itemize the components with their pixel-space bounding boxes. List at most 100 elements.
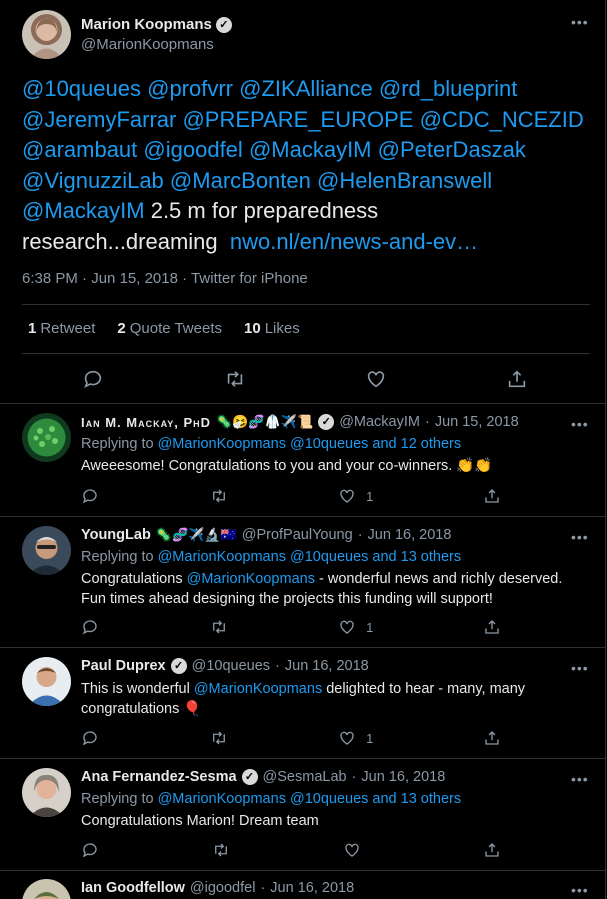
reply-text: This is wonderful @MarionKoopmans deligh… xyxy=(81,679,591,719)
reply-button[interactable] xyxy=(81,841,99,859)
share-button[interactable] xyxy=(483,841,501,859)
reply-tweet[interactable]: Ian Goodfellow @igoodfel · Jun 16, 2018 … xyxy=(0,871,605,899)
replying-users-link[interactable]: @MarionKoopmans @10queues xyxy=(158,549,369,565)
replying-users-link[interactable]: @MarionKoopmans @10queues xyxy=(158,436,369,452)
reply-author-handle[interactable]: @10queues xyxy=(192,658,270,674)
reply-tweet[interactable]: Paul Duprex ✓ @10queues · Jun 16, 2018 •… xyxy=(0,648,605,759)
replying-others-link[interactable]: and 13 others xyxy=(372,791,461,807)
author-avatar[interactable] xyxy=(22,10,71,59)
reply-author-handle[interactable]: @ProfPaulYoung xyxy=(242,527,353,543)
reply-icon xyxy=(82,620,97,635)
retweet-icon xyxy=(227,371,242,387)
reply-author-name[interactable]: Paul Duprex xyxy=(81,658,166,674)
more-options-icon[interactable]: ••• xyxy=(571,882,589,898)
retweet-button[interactable] xyxy=(211,841,231,859)
author-name-text[interactable]: Marion Koopmans xyxy=(81,16,212,33)
mention-link[interactable]: @MackayIM xyxy=(249,137,372,162)
retweet-button[interactable] xyxy=(209,487,229,505)
author-name[interactable]: Marion Koopmans ✓ xyxy=(81,16,232,33)
reply-text-part: Fun times ahead designing the projects t… xyxy=(81,591,493,607)
reply-author-handle[interactable]: @SesmaLab xyxy=(263,769,347,785)
reply-button[interactable] xyxy=(81,729,99,747)
reply-date[interactable]: Jun 16, 2018 xyxy=(361,769,445,785)
share-button[interactable] xyxy=(483,618,501,636)
retweet-button[interactable] xyxy=(209,618,229,636)
reply-date[interactable]: Jun 15, 2018 xyxy=(435,414,519,430)
mention-link[interactable]: @HelenBranswell xyxy=(317,168,492,193)
mention-link[interactable]: @MackayIM xyxy=(22,198,145,223)
reply-author-name[interactable]: Ian Goodfellow xyxy=(81,880,185,896)
more-options-icon[interactable]: ••• xyxy=(571,529,589,545)
reply-avatar[interactable] xyxy=(22,526,71,575)
mention-link[interactable]: @PeterDaszak xyxy=(378,137,526,162)
mention-link[interactable]: @PREPARE_EUROPE xyxy=(182,107,413,132)
mention-link[interactable]: @JeremyFarrar xyxy=(22,107,176,132)
share-button[interactable] xyxy=(483,487,501,505)
reply-date[interactable]: Jun 16, 2018 xyxy=(270,880,354,896)
share-button[interactable] xyxy=(483,729,501,747)
mention-link[interactable]: @arambaut xyxy=(22,137,137,162)
quote-tweets-stat[interactable]: 2 Quote Tweets xyxy=(117,320,222,337)
reply-avatar[interactable] xyxy=(22,879,71,899)
reply-text-part: Congratulations xyxy=(81,571,187,587)
like-count: 1 xyxy=(366,730,374,746)
retweets-stat[interactable]: 1 Retweet xyxy=(28,320,95,337)
likes-stat[interactable]: 10 Likes xyxy=(244,320,300,337)
reply-avatar[interactable] xyxy=(22,657,71,706)
like-button[interactable] xyxy=(343,841,371,859)
author-handle[interactable]: @MarionKoopmans xyxy=(81,36,214,53)
retweet-button[interactable] xyxy=(209,729,229,747)
like-button[interactable] xyxy=(365,368,387,390)
main-action-bar xyxy=(82,368,528,390)
mention-link[interactable]: @VignuzziLab xyxy=(22,168,164,193)
tweet-body-text: 2.5 m for preparedness xyxy=(150,198,379,223)
reply-tweet[interactable]: YoungLab 🦠🧬✈️🔬🇦🇺 @ProfPaulYoung · Jun 16… xyxy=(0,517,605,648)
share-button[interactable] xyxy=(506,368,528,390)
mention-link[interactable]: @CDC_NCEZID xyxy=(420,107,584,132)
reply-author-name[interactable]: YoungLab xyxy=(81,527,151,543)
more-options-icon[interactable]: ••• xyxy=(571,416,589,432)
tweet-source[interactable]: Twitter for iPhone xyxy=(191,270,308,287)
reply-date[interactable]: Jun 16, 2018 xyxy=(285,658,369,674)
like-button[interactable]: 1 xyxy=(338,618,373,636)
tweet-url-link[interactable]: nwo.nl/en/news-and-ev… xyxy=(230,229,478,254)
replying-prefix: Replying to xyxy=(81,436,154,452)
mention-link[interactable]: @rd_blueprint xyxy=(379,76,518,101)
mention-link[interactable]: @ZIKAlliance xyxy=(239,76,373,101)
more-options-icon[interactable]: ••• xyxy=(571,771,589,787)
retweet-icon xyxy=(212,731,225,745)
like-button[interactable]: 1 xyxy=(338,487,373,505)
retweet-button[interactable] xyxy=(223,368,247,390)
more-options-icon[interactable]: ••• xyxy=(571,14,589,30)
heart-icon xyxy=(345,843,359,857)
reply-author-handle[interactable]: @MackayIM xyxy=(339,414,420,430)
avatar-image xyxy=(22,879,71,899)
mention-link[interactable]: @igoodfel xyxy=(143,137,242,162)
reply-date[interactable]: Jun 16, 2018 xyxy=(368,527,452,543)
replying-to: Replying to @MarionKoopmans @10queues an… xyxy=(81,436,461,452)
like-button[interactable]: 1 xyxy=(338,729,373,747)
reply-author-handle[interactable]: @igoodfel xyxy=(190,880,256,896)
reply-button[interactable] xyxy=(82,368,104,390)
reply-author-name[interactable]: Ana Fernandez-Sesma xyxy=(81,769,237,785)
tweet-date[interactable]: Jun 15, 2018 xyxy=(91,270,178,287)
mention-link[interactable]: @MarionKoopmans xyxy=(194,681,322,697)
reply-tweet[interactable]: Ian M. Mackay, PhD 🦠🤧🧬🥼✈️📜 ✓ @MackayIM ·… xyxy=(0,404,605,517)
reply-avatar[interactable] xyxy=(22,768,71,817)
reply-avatar[interactable] xyxy=(22,413,71,462)
more-options-icon[interactable]: ••• xyxy=(571,660,589,676)
mention-link[interactable]: @MarcBonten xyxy=(170,168,311,193)
mention-link[interactable]: @profvrr xyxy=(147,76,233,101)
reply-author-name[interactable]: Ian M. Mackay, PhD xyxy=(81,415,211,430)
likes-label: Likes xyxy=(264,320,300,337)
tweet-time[interactable]: 6:38 PM xyxy=(22,270,78,287)
reply-header: YoungLab 🦠🧬✈️🔬🇦🇺 @ProfPaulYoung · Jun 16… xyxy=(81,527,451,543)
replying-users-link[interactable]: @MarionKoopmans @10queues xyxy=(158,791,369,807)
reply-button[interactable] xyxy=(81,618,99,636)
mention-link[interactable]: @MarionKoopmans xyxy=(187,571,315,587)
mention-link[interactable]: @10queues xyxy=(22,76,141,101)
reply-button[interactable] xyxy=(81,487,99,505)
replying-others-link[interactable]: and 12 others xyxy=(372,436,461,452)
reply-tweet[interactable]: Ana Fernandez-Sesma ✓ @SesmaLab · Jun 16… xyxy=(0,759,605,871)
replying-others-link[interactable]: and 13 others xyxy=(372,549,461,565)
